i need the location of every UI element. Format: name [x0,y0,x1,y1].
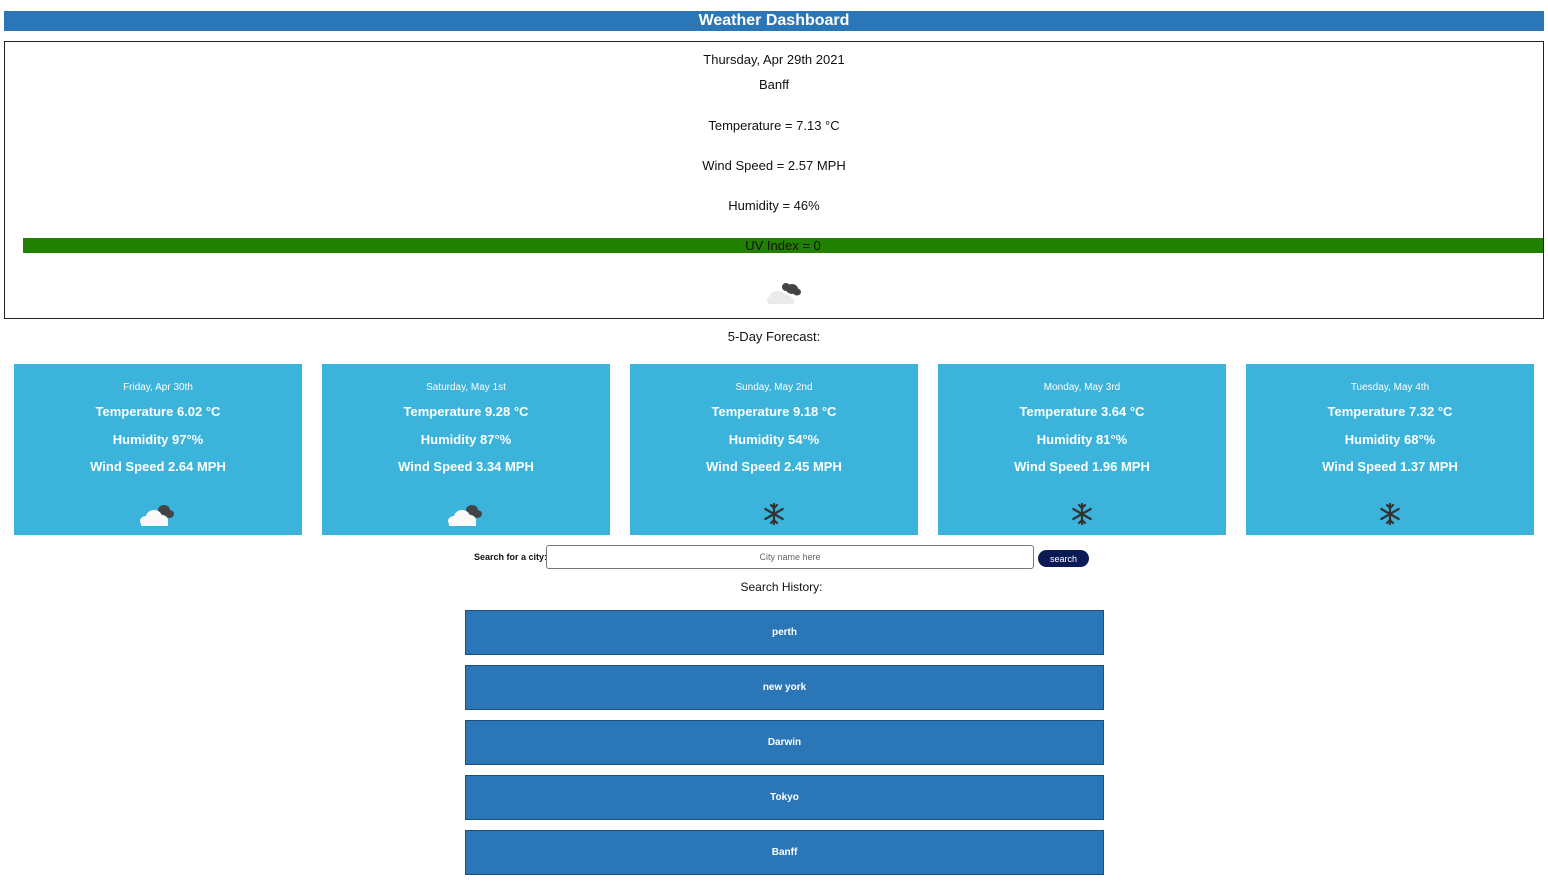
history-button-tokyo[interactable]: Tokyo [465,775,1104,820]
forecast-wind-speed: Wind Speed 2.64 MPH [90,459,226,474]
page-header: Weather Dashboard [4,11,1544,31]
snowflake-icon [1072,502,1092,526]
forecast-card: Monday, May 3rd Temperature 3.64 °C Humi… [938,364,1226,535]
forecast-card: Saturday, May 1st Temperature 9.28 °C Hu… [322,364,610,535]
search-input[interactable] [546,545,1034,569]
history-button-banff[interactable]: Banff [465,830,1104,875]
uv-index-badge: UV Index = 0 [23,238,1543,253]
forecast-humidity: Humidity 68°% [1344,432,1436,447]
forecast-wind-speed: Wind Speed 3.34 MPH [398,459,534,474]
cloud-icon [767,283,801,304]
forecast-temperature: Temperature 6.02 °C [95,404,221,419]
search-button[interactable]: search [1038,550,1089,567]
forecast-humidity: Humidity 87°% [420,432,512,447]
current-city: Banff [758,77,790,92]
cloud-icon [140,505,174,526]
snowflake-icon [764,502,784,526]
current-temperature: Temperature = 7.13 °C [708,118,840,133]
cloud-icon [448,505,482,526]
forecast-humidity: Humidity 97°% [112,432,204,447]
forecast-temperature: Temperature 7.32 °C [1327,404,1453,419]
forecast-card: Friday, Apr 30th Temperature 6.02 °C Hum… [14,364,302,535]
forecast-date: Tuesday, May 4th [1350,382,1430,393]
forecast-title: 5-Day Forecast: [727,329,821,344]
forecast-temperature: Temperature 9.28 °C [403,404,529,419]
current-humidity: Humidity = 46% [728,198,820,213]
history-button-new-york[interactable]: new york [465,665,1104,710]
history-button-darwin[interactable]: Darwin [465,720,1104,765]
forecast-date: Saturday, May 1st [426,382,506,393]
forecast-humidity: Humidity 54°% [728,432,820,447]
forecast-card: Tuesday, May 4th Temperature 7.32 °C Hum… [1246,364,1534,535]
forecast-temperature: Temperature 9.18 °C [711,404,837,419]
forecast-temperature: Temperature 3.64 °C [1019,404,1145,419]
current-date: Thursday, Apr 29th 2021 [703,52,845,67]
current-wind-speed: Wind Speed = 2.57 MPH [702,158,846,173]
forecast-date: Monday, May 3rd [1043,382,1121,393]
forecast-wind-speed: Wind Speed 2.45 MPH [706,459,842,474]
page-title: Weather Dashboard [698,12,850,29]
history-button-perth[interactable]: perth [465,610,1104,655]
search-label: Search for a city: [474,552,548,562]
forecast-date: Sunday, May 2nd [735,382,813,393]
forecast-card: Sunday, May 2nd Temperature 9.18 °C Humi… [630,364,918,535]
snowflake-icon [1380,502,1400,526]
forecast-humidity: Humidity 81°% [1036,432,1128,447]
current-weather-panel: Thursday, Apr 29th 2021 Banff Temperatur… [4,41,1544,319]
forecast-date: Friday, Apr 30th [123,382,193,393]
forecast-wind-speed: Wind Speed 1.37 MPH [1322,459,1458,474]
forecast-wind-speed: Wind Speed 1.96 MPH [1014,459,1150,474]
search-history-title: Search History: [740,580,823,594]
